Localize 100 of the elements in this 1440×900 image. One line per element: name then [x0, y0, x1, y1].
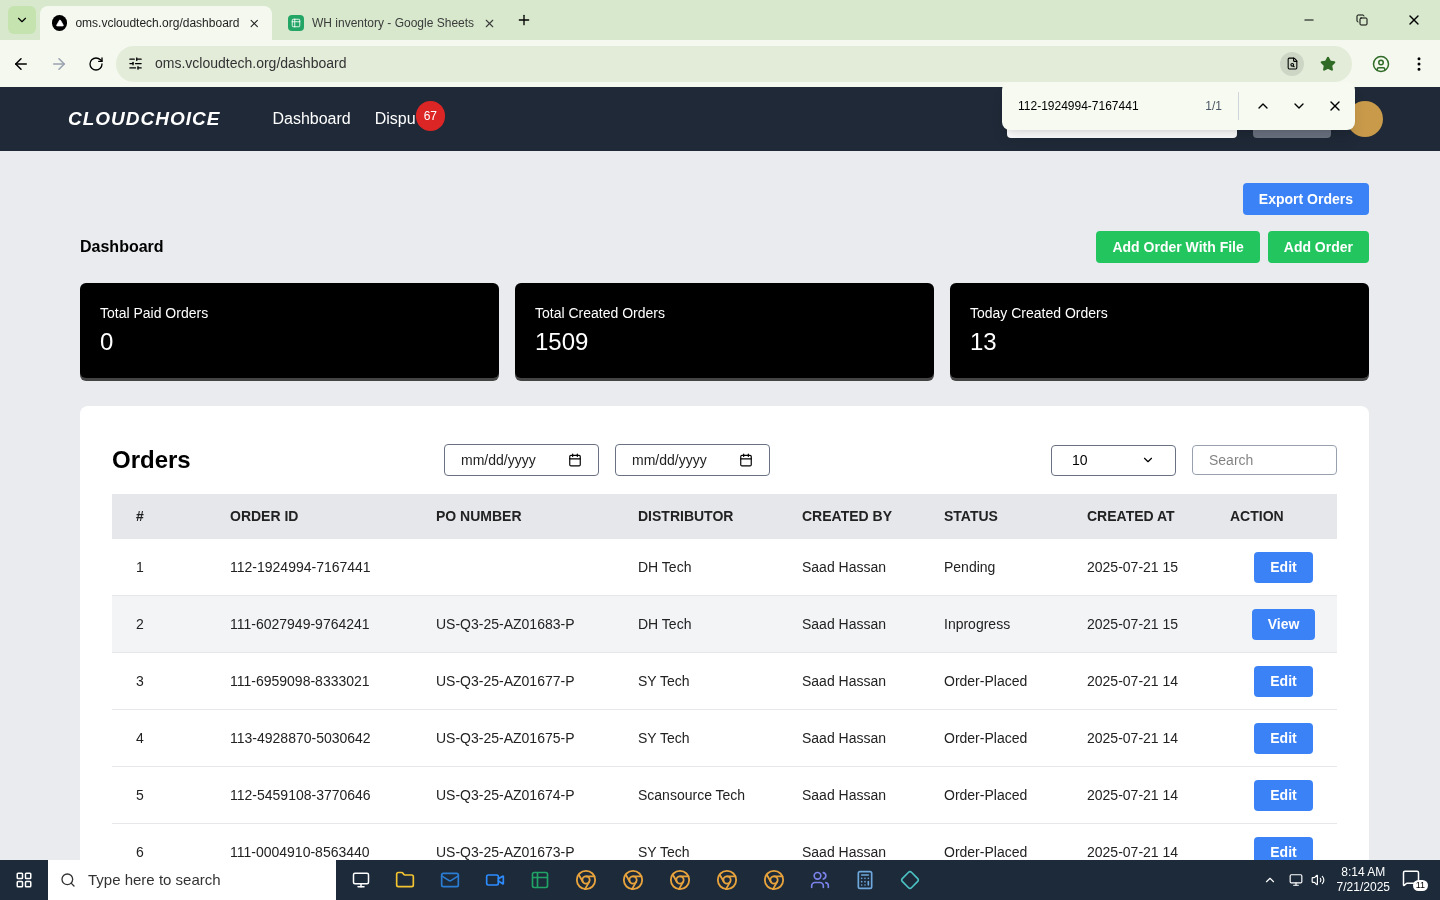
browser-icon[interactable]	[716, 869, 738, 891]
tab-title: oms.vcloudtech.org/dashboard	[75, 15, 240, 32]
table-cell-text: DH Tech	[638, 614, 693, 634]
browser-icon[interactable]	[763, 869, 785, 891]
orders-title: Orders	[112, 445, 192, 475]
column-header: #	[136, 507, 145, 526]
table-cell-text: Saad Hassan	[802, 785, 888, 805]
stat-value: 13	[970, 327, 998, 357]
task-view-icon[interactable]	[352, 871, 370, 889]
notification-badge: 11	[1412, 880, 1428, 891]
column-header: CREATED AT	[1087, 507, 1176, 526]
table-cell-text: 5	[136, 785, 145, 805]
row-action-button[interactable]: Edit	[1254, 665, 1313, 697]
network-icon[interactable]	[1288, 873, 1303, 887]
find-query[interactable]: 112-1924994-7167441	[1018, 97, 1206, 115]
column-header: ACTION	[1230, 507, 1285, 526]
table-cell-text: 111-6027949-9764241	[230, 614, 371, 634]
spreadsheet-icon[interactable]	[530, 870, 550, 890]
column-header: DISTRIBUTOR	[638, 507, 735, 526]
volume-icon[interactable]	[1310, 873, 1325, 887]
table-cell-text: 2025-07-21 14	[1087, 842, 1180, 860]
table-cell-text: Saad Hassan	[802, 842, 888, 860]
table-cell-text: 113-4928870-5030642	[230, 728, 372, 748]
folder-icon[interactable]	[395, 870, 415, 890]
table-cell-text: Pending	[944, 557, 997, 577]
table-cell-text: Saad Hassan	[802, 557, 888, 577]
browser-tab[interactable]: WH inventory - Google Sheets	[276, 6, 508, 40]
table-cell-text: DH Tech	[638, 557, 693, 577]
site-info-icon[interactable]	[128, 56, 143, 71]
calendar-icon[interactable]	[568, 453, 582, 467]
row-action-button[interactable]: Edit	[1254, 722, 1313, 754]
team-chat-icon[interactable]	[810, 870, 830, 890]
table-cell-text: 112-1924994-7167441	[230, 557, 372, 577]
row-action-button[interactable]: Edit	[1254, 779, 1313, 811]
page-size-select[interactable]: 10	[1051, 444, 1176, 476]
table-cell-text: Saad Hassan	[802, 614, 888, 634]
clock-date[interactable]: 7/21/2025	[1336, 880, 1390, 895]
table-cell-text: Order-Placed	[944, 785, 1029, 805]
row-action-button[interactable]: Edit	[1254, 836, 1313, 860]
browser-icon[interactable]	[622, 869, 644, 891]
stat-value: 1509	[535, 327, 590, 357]
restore-icon[interactable]	[1356, 14, 1368, 26]
table-cell-text: Scansource Tech	[638, 785, 747, 805]
table-row[interactable]: 2 111-6027949-9764241 US-Q3-25-AZ01683-P DH Tech Saad Hassan Inprogress 2025-07-21 15 View	[112, 596, 1337, 653]
table-cell-text: 2025-07-21 14	[1087, 728, 1180, 748]
table-cell-text: SY Tech	[638, 671, 691, 691]
tab-title: WH inventory - Google Sheets	[312, 15, 475, 32]
taskbar-search-field[interactable]: Type here to search	[48, 860, 336, 900]
windows-start-icon[interactable]	[15, 871, 33, 889]
search-icon	[60, 872, 76, 888]
calculator-icon[interactable]	[855, 870, 875, 890]
search-field[interactable]: Search	[1192, 445, 1337, 475]
table-cell-text: Order-Placed	[944, 728, 1029, 748]
nav-link[interactable]: Dashboard	[272, 107, 351, 131]
app-icon[interactable]	[900, 870, 920, 890]
new-tab-icon[interactable]	[516, 12, 532, 28]
export-orders-button[interactable]: Export Orders	[1242, 183, 1369, 215]
table-cell-text: US-Q3-25-AZ01674-P	[436, 785, 576, 805]
table-cell-text: Inprogress	[944, 614, 1012, 634]
date-field[interactable]: mm/dd/yyyy	[444, 444, 599, 476]
column-header: STATUS	[944, 507, 999, 526]
table-cell-text: 111-0004910-8563440	[230, 842, 371, 860]
logo[interactable]: CLOUDCHOICE	[68, 104, 221, 134]
table-cell-text: 3	[136, 671, 145, 691]
mail-icon[interactable]	[440, 870, 460, 890]
browser-icon[interactable]	[575, 869, 597, 891]
table-cell-text: Saad Hassan	[802, 728, 888, 748]
find-page-icon[interactable]	[1280, 51, 1304, 76]
calendar-icon[interactable]	[739, 453, 753, 467]
page-title: Dashboard	[80, 237, 164, 257]
match-count: 1/1	[1205, 98, 1222, 115]
column-header: PO NUMBER	[436, 507, 523, 526]
url-text: oms.vcloudtech.org/dashboard	[155, 54, 347, 73]
table-cell-text: 2025-07-21 14	[1087, 671, 1180, 691]
table-cell-text: 6	[136, 842, 145, 860]
date-field[interactable]: mm/dd/yyyy	[615, 444, 770, 476]
table-cell-text: 2025-07-21 15	[1087, 614, 1180, 634]
table-cell-text: US-Q3-25-AZ01677-P	[436, 671, 576, 691]
address-bar[interactable]: oms.vcloudtech.org/dashboard	[116, 45, 1352, 82]
stat-label: Today Created Orders	[970, 304, 1109, 323]
column-header: ORDER ID	[230, 507, 300, 526]
table-cell-text: US-Q3-25-AZ01675-P	[436, 728, 576, 748]
table-cell-text: SY Tech	[638, 842, 691, 860]
profile-icon[interactable]	[1372, 54, 1390, 73]
table-cell-text: Saad Hassan	[802, 671, 888, 691]
nav-link[interactable]: Dispu	[374, 107, 416, 131]
stat-label: Total Paid Orders	[100, 304, 210, 323]
table-cell-text: 4	[136, 728, 145, 748]
clock-time[interactable]: 8:14 AM	[1341, 865, 1386, 880]
table-cell-text: Order-Placed	[944, 671, 1029, 691]
row-action-button[interactable]: Edit	[1254, 551, 1313, 583]
stat-value: 0	[100, 327, 115, 357]
browser-icon[interactable]	[669, 869, 691, 891]
bookmark-star-icon[interactable]	[1320, 55, 1336, 72]
spreadsheet-icon	[288, 15, 304, 31]
column-header: CREATED BY	[802, 507, 893, 526]
row-action-button[interactable]: View	[1251, 608, 1316, 640]
browser-tab[interactable]: oms.vcloudtech.org/dashboard	[40, 6, 272, 40]
reload-icon[interactable]	[88, 55, 104, 72]
table-cell-text: 112-5459108-3770646	[230, 785, 372, 805]
